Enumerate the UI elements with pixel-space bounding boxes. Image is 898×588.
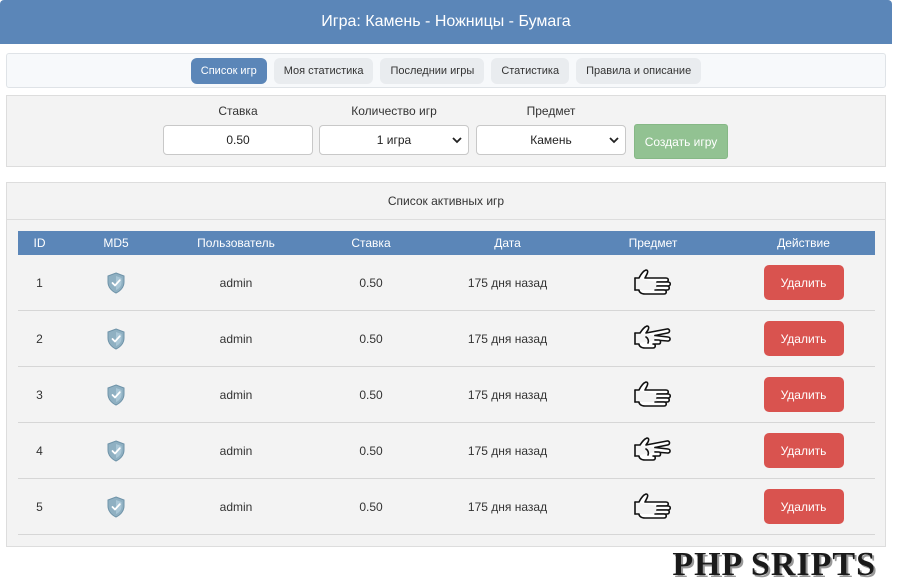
- col-md5: MD5: [61, 231, 171, 255]
- cell-action: Удалить: [732, 478, 875, 535]
- cell-action: Удалить: [732, 255, 875, 311]
- nav-tabs: Список игр Моя статистика Последнии игры…: [6, 53, 886, 88]
- col-id: ID: [18, 231, 61, 255]
- cell-item: [574, 310, 732, 367]
- chevron-down-icon: [609, 137, 619, 144]
- table-row: 4 admin 0.50 175 дня назад Удалить: [18, 422, 875, 479]
- col-stake: Ставка: [301, 231, 441, 255]
- cell-user: admin: [171, 422, 301, 479]
- scissors-hand-icon: [634, 436, 671, 461]
- cell-action: Удалить: [732, 310, 875, 367]
- cell-user: admin: [171, 478, 301, 535]
- tab-my-stats[interactable]: Моя статистика: [273, 57, 374, 84]
- cell-md5: [61, 366, 171, 423]
- tab-recent-games[interactable]: Последнии игры: [380, 57, 485, 84]
- cell-md5: [61, 255, 171, 311]
- shield-check-icon[interactable]: [106, 327, 126, 350]
- cell-user: admin: [171, 255, 301, 311]
- scissors-hand-icon: [634, 324, 671, 349]
- active-games-panel: Список активных игр ID MD5 Пользователь …: [6, 182, 886, 547]
- shield-check-icon[interactable]: [106, 439, 126, 462]
- active-games-title: Список активных игр: [7, 183, 885, 220]
- delete-button[interactable]: Удалить: [763, 265, 844, 300]
- cell-date: 175 дня назад: [441, 255, 574, 311]
- paper-hand-icon: [634, 492, 672, 519]
- app-window: Игра: Камень - Ножницы - Бумага Список и…: [0, 0, 892, 588]
- col-user: Пользователь: [171, 231, 301, 255]
- table-row: 5 admin 0.50 175 дня назад Удалить: [18, 478, 875, 535]
- tab-game-list[interactable]: Список игр: [190, 57, 267, 84]
- count-value: 1 игра: [376, 133, 412, 147]
- paper-hand-icon: [634, 268, 672, 295]
- tab-rules[interactable]: Правила и описание: [576, 57, 702, 84]
- chevron-down-icon: [452, 137, 462, 144]
- cell-md5: [61, 478, 171, 535]
- col-action: Действие: [732, 231, 875, 255]
- page-title: Игра: Камень - Ножницы - Бумага: [321, 13, 571, 30]
- cell-item: [574, 366, 732, 423]
- item-value: Камень: [530, 133, 572, 147]
- cell-item: [574, 478, 732, 535]
- cell-id: 2: [18, 310, 61, 367]
- count-label: Количество игр: [351, 104, 437, 118]
- col-date: Дата: [441, 231, 574, 255]
- table-row: 1 admin 0.50 175 дня назад Удалить: [18, 255, 875, 311]
- cell-item: [574, 422, 732, 479]
- create-game-button[interactable]: Создать игру: [634, 124, 728, 159]
- tab-statistics[interactable]: Статистика: [491, 57, 570, 84]
- paper-hand-icon: [634, 380, 672, 407]
- watermark-logo: PHP SRIPTS: [672, 546, 876, 583]
- cell-date: 175 дня назад: [441, 422, 574, 479]
- games-table: ID MD5 Пользователь Ставка Дата Предмет …: [18, 231, 875, 535]
- count-select[interactable]: 1 игра: [319, 125, 469, 155]
- cell-md5: [61, 422, 171, 479]
- shield-check-icon[interactable]: [106, 495, 126, 518]
- delete-button[interactable]: Удалить: [763, 321, 844, 356]
- page-header: Игра: Камень - Ножницы - Бумага: [0, 0, 892, 44]
- cell-id: 4: [18, 422, 61, 479]
- table-row: 3 admin 0.50 175 дня назад Удалить: [18, 366, 875, 423]
- cell-id: 3: [18, 366, 61, 423]
- create-game-form: Ставка 0.50 Количество игр 1 игра Предме…: [6, 95, 886, 167]
- stake-label: Ставка: [218, 104, 258, 118]
- cell-id: 5: [18, 478, 61, 535]
- cell-stake: 0.50: [301, 310, 441, 367]
- delete-button[interactable]: Удалить: [763, 377, 844, 412]
- cell-stake: 0.50: [301, 478, 441, 535]
- table-row: 2 admin 0.50 175 дня назад Удалить: [18, 310, 875, 367]
- cell-id: 1: [18, 255, 61, 311]
- cell-stake: 0.50: [301, 255, 441, 311]
- delete-button[interactable]: Удалить: [763, 489, 844, 524]
- cell-date: 175 дня назад: [441, 310, 574, 367]
- cell-date: 175 дня назад: [441, 366, 574, 423]
- item-label: Предмет: [526, 104, 576, 118]
- cell-action: Удалить: [732, 422, 875, 479]
- table-header-row: ID MD5 Пользователь Ставка Дата Предмет …: [18, 231, 875, 255]
- cell-stake: 0.50: [301, 422, 441, 479]
- item-select[interactable]: Камень: [476, 125, 626, 155]
- cell-stake: 0.50: [301, 366, 441, 423]
- stake-input[interactable]: 0.50: [163, 125, 313, 155]
- cell-item: [574, 255, 732, 311]
- shield-check-icon[interactable]: [106, 383, 126, 406]
- delete-button[interactable]: Удалить: [763, 433, 844, 468]
- cell-md5: [61, 310, 171, 367]
- cell-user: admin: [171, 310, 301, 367]
- shield-check-icon[interactable]: [106, 271, 126, 294]
- stake-value: 0.50: [226, 133, 250, 147]
- cell-user: admin: [171, 366, 301, 423]
- cell-date: 175 дня назад: [441, 478, 574, 535]
- col-item: Предмет: [574, 231, 732, 255]
- cell-action: Удалить: [732, 366, 875, 423]
